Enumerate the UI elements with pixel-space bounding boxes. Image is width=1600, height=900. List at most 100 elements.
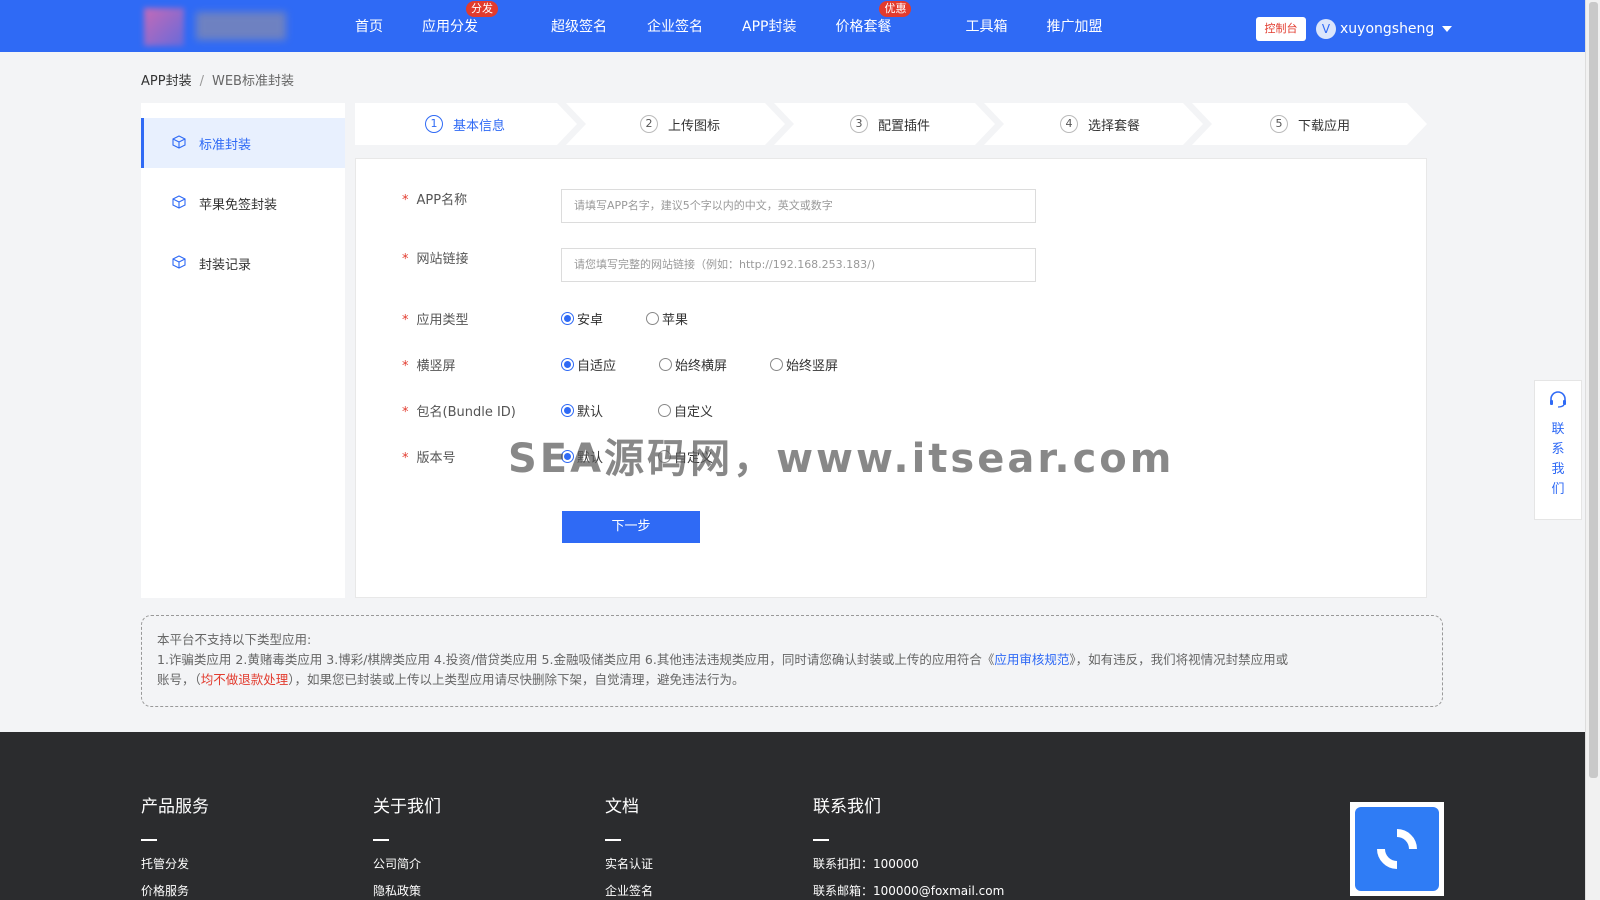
- nav-pricing[interactable]: 价格套餐 优惠: [835, 1, 912, 36]
- footer-link[interactable]: 企业签名: [605, 882, 653, 899]
- cube-icon: [171, 255, 187, 271]
- radio-android-label: 安卓: [577, 313, 604, 328]
- step-number: 3: [849, 115, 868, 133]
- step-3: 3 配置插件: [785, 103, 995, 145]
- top-navbar: 首页 应用分发 分发 超级签名 企业签名 APP封装 价格套餐 优惠 工具箱 推…: [0, 0, 1585, 52]
- footer-link[interactable]: 公司简介: [373, 855, 441, 872]
- required-mark: *: [402, 405, 409, 420]
- radio-ios[interactable]: 苹果: [646, 309, 688, 328]
- orientation-radio-group: 自适应 始终横屏 始终竖屏: [561, 355, 878, 374]
- step-2: 2 上传图标: [575, 103, 785, 145]
- radio-landscape[interactable]: 始终横屏: [659, 355, 727, 374]
- radio-adaptive[interactable]: 自适应: [561, 355, 616, 374]
- breadcrumb-separator: /: [199, 74, 204, 89]
- logo-ring: [1368, 820, 1426, 878]
- site-logo[interactable]: [138, 4, 298, 48]
- sidebar-item-standard-packaging[interactable]: 标准封装: [141, 118, 345, 168]
- nav-partner[interactable]: 推广加盟: [1046, 16, 1102, 36]
- nav-badge-discount: 优惠: [879, 1, 912, 17]
- notice-line-2: 1.诈骗类应用 2.黄赌毒类应用 3.博彩/棋牌类应用 4.投资/借贷类应用 5…: [157, 650, 1427, 670]
- footer-divider: [373, 839, 389, 841]
- step-number: 4: [1059, 115, 1078, 133]
- nav-app-distribution-label: 应用分发: [422, 19, 478, 35]
- radio-bundle-custom[interactable]: 自定义: [658, 401, 713, 420]
- logo-mark: [144, 8, 184, 46]
- scrollbar-thumb[interactable]: [1589, 2, 1598, 778]
- notice-line-3: 账号，（均不做退款处理），如果您已封装或上传以上类型应用请尽快删除下架，自觉清理…: [157, 670, 1427, 690]
- step-number: 5: [1269, 115, 1288, 133]
- user-menu[interactable]: V xuyongsheng: [1316, 17, 1453, 41]
- sidebar-item-ios-free-sign[interactable]: 苹果免签封装: [141, 178, 345, 228]
- radio-dot: [659, 358, 673, 371]
- footer-col-title: 关于我们: [373, 797, 441, 817]
- required-mark: *: [402, 359, 409, 374]
- footer-col-title: 文档: [605, 797, 639, 817]
- radio-landscape-label: 始终横屏: [675, 359, 728, 374]
- radio-android[interactable]: 安卓: [561, 309, 603, 328]
- site-url-input[interactable]: 请您填写完整的网站链接（例如：http://192.168.253.183/): [561, 248, 1036, 282]
- footer-link[interactable]: 实名认证: [605, 855, 653, 872]
- cube-icon: [171, 135, 187, 151]
- sidebar: 标准封装 苹果免签封装 封装记录: [141, 103, 345, 598]
- radio-dot: [770, 358, 784, 371]
- nav-app-packaging[interactable]: APP封装: [742, 16, 796, 36]
- steps-bar: 1 基本信息 2 上传图标 3 配置插件 4 选择套餐 5 下载应用: [355, 103, 1427, 145]
- radio-bundle-default[interactable]: 默认: [561, 401, 603, 420]
- version-label-text: 版本号: [416, 451, 456, 466]
- step-5: 5 下载应用: [1205, 103, 1415, 145]
- app-logo-badge: [1350, 802, 1444, 896]
- footer-divider: [605, 839, 621, 841]
- page-scrollbar[interactable]: [1585, 0, 1600, 900]
- radio-adaptive-label: 自适应: [577, 359, 617, 374]
- contact-us-label: 联系我们: [1551, 422, 1565, 497]
- footer-divider: [141, 839, 157, 841]
- sidebar-item-label: 标准封装: [199, 137, 252, 153]
- orientation-label: * 横竖屏: [402, 355, 456, 374]
- sidebar-item-packaging-records[interactable]: 封装记录: [141, 238, 345, 288]
- contact-us-float[interactable]: 联系我们: [1534, 380, 1582, 520]
- bundle-id-radio-group: 默认 自定义: [561, 401, 753, 420]
- watermark-text: SEA源码网，www.itsear.com: [508, 436, 1175, 482]
- headset-icon: [1535, 389, 1581, 414]
- footer-link[interactable]: 隐私政策: [373, 882, 441, 899]
- username: xuyongsheng: [1340, 21, 1435, 37]
- nav-enterprise-signature[interactable]: 企业签名: [647, 16, 703, 36]
- sidebar-item-label: 封装记录: [199, 257, 252, 273]
- console-button[interactable]: 控制台: [1256, 17, 1306, 41]
- app-name-input[interactable]: 请填写APP名字，建议5个字以内的中文，英文或数字: [561, 189, 1036, 223]
- avatar: V: [1316, 19, 1336, 39]
- radio-bundle-custom-label: 自定义: [674, 405, 714, 420]
- step-label: 选择套餐: [1087, 118, 1140, 134]
- radio-dot: [646, 312, 660, 325]
- breadcrumb-parent[interactable]: APP封装: [141, 74, 192, 89]
- bundle-id-label: * 包名(Bundle ID): [402, 401, 516, 420]
- step-label: 配置插件: [877, 118, 930, 134]
- footer-link[interactable]: 价格服务: [141, 882, 209, 899]
- next-step-button[interactable]: 下一步: [562, 511, 700, 543]
- nav-toolbox[interactable]: 工具箱: [965, 16, 1007, 36]
- footer-contact-qq: 联系扣扣：100000: [813, 857, 919, 871]
- radio-ios-label: 苹果: [662, 313, 689, 328]
- review-guidelines-link[interactable]: 应用审核规范: [994, 652, 1069, 667]
- chevron-down-icon: [1442, 26, 1453, 32]
- nav-super-signature[interactable]: 超级签名: [551, 16, 607, 36]
- bundle-id-label-text: 包名(Bundle ID): [416, 405, 516, 420]
- notice-text: 》，如有违反，我们将视情况封禁应用或: [1069, 652, 1289, 667]
- nav-app-distribution[interactable]: 应用分发 分发: [422, 1, 498, 36]
- footer-col-docs: 文档 实名认证 企业签名: [605, 792, 653, 899]
- footer-contact-email[interactable]: 联系邮箱：100000@foxmail.com: [813, 882, 1004, 899]
- logo-text-blurred: [196, 12, 286, 40]
- brand-logo-icon: [1355, 807, 1439, 891]
- notice-line-1: 本平台不支持以下类型应用:: [157, 632, 312, 647]
- required-mark: *: [402, 451, 409, 466]
- breadcrumb-current: WEB标准封装: [211, 74, 294, 89]
- footer-col-about: 关于我们 公司简介 隐私政策: [373, 792, 441, 899]
- nav-home[interactable]: 首页: [355, 16, 383, 36]
- site-url-label: * 网站链接: [402, 248, 469, 267]
- main-nav: 首页 应用分发 分发 超级签名 企业签名 APP封装 价格套餐 优惠 工具箱 推…: [340, 0, 1102, 52]
- step-1: 1 基本信息: [355, 103, 575, 145]
- form-panel: * APP名称 请填写APP名字，建议5个字以内的中文，英文或数字 * 网站链接 请…: [355, 158, 1427, 598]
- footer-link[interactable]: 托管分发: [141, 855, 209, 872]
- radio-portrait[interactable]: 始终竖屏: [770, 355, 838, 374]
- cube-icon: [171, 195, 187, 211]
